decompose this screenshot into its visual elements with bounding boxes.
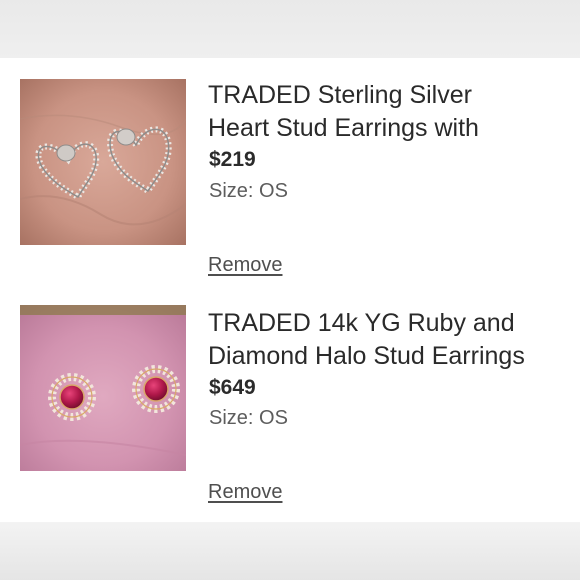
remove-link[interactable]: Remove — [208, 254, 282, 277]
cart-item: TRADED Sterling Silver Heart Stud Earrin… — [0, 58, 580, 290]
product-title[interactable]: TRADED 14k YG Ruby and Diamond Halo Stud… — [208, 307, 578, 373]
product-size: Size: OS — [209, 407, 288, 429]
product-price: $219 — [209, 148, 256, 171]
cart-items-panel: TRADED Sterling Silver Heart Stud Earrin… — [0, 58, 580, 522]
product-title-line-2: Diamond Halo Stud Earrings — [208, 342, 525, 370]
remove-link[interactable]: Remove — [208, 481, 282, 504]
top-blurred-backdrop — [0, 0, 580, 58]
product-size: Size: OS — [209, 180, 288, 202]
product-title[interactable]: TRADED Sterling Silver Heart Stud Earrin… — [208, 79, 578, 145]
product-title-line-1: TRADED 14k YG Ruby and — [208, 309, 515, 337]
product-price: $649 — [209, 376, 256, 399]
bottom-blurred-backdrop — [0, 522, 580, 580]
product-title-line-1: TRADED Sterling Silver — [208, 81, 472, 109]
product-title-line-2: Heart Stud Earrings with — [208, 114, 479, 142]
product-thumbnail-heart-earrings[interactable] — [20, 79, 186, 245]
product-thumbnail-ruby-earrings[interactable] — [20, 305, 186, 471]
cart-item: TRADED 14k YG Ruby and Diamond Halo Stud… — [0, 287, 580, 519]
